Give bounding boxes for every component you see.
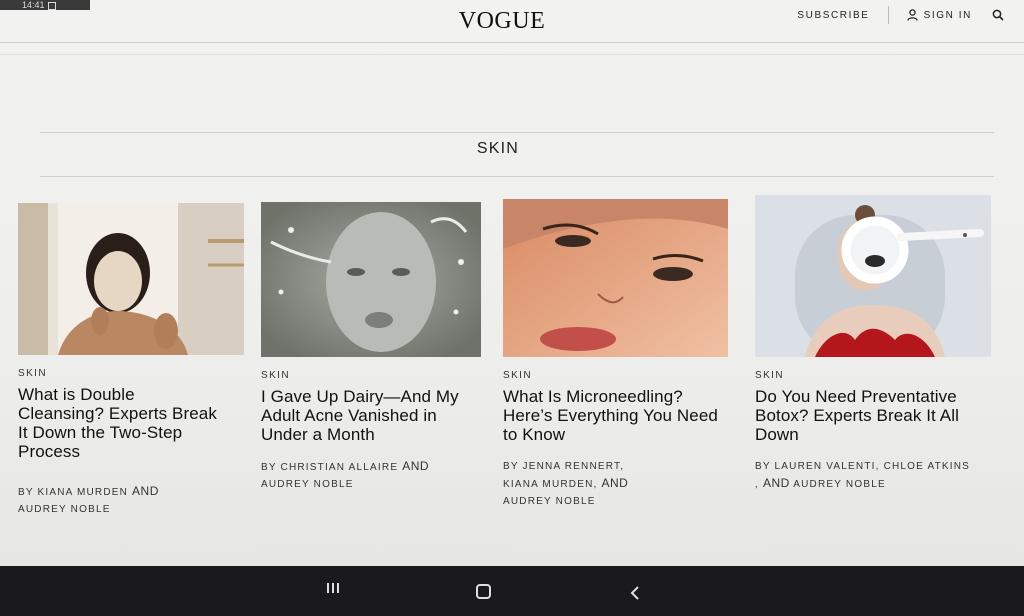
byline-author[interactable]: BY KIANA MURDEN xyxy=(18,487,128,498)
card-title[interactable]: What Is Microneedling? Here’s Everything… xyxy=(503,387,723,444)
system-navigation-bar xyxy=(0,566,1024,616)
byline-author[interactable]: BY LAUREN VALENTI, CHLOE ATKINS xyxy=(755,461,970,472)
card-category[interactable]: SKIN xyxy=(503,370,748,381)
card-title[interactable]: I Gave Up Dairy—And My Adult Acne Vanish… xyxy=(261,387,481,444)
card-title[interactable]: Do You Need Preventative Botox? Experts … xyxy=(755,387,995,444)
byline-and: AND xyxy=(601,476,629,490)
byline-author[interactable]: AUDREY NOBLE xyxy=(18,504,111,515)
header-rule-secondary xyxy=(0,54,1024,55)
article-card[interactable]: SKIN I Gave Up Dairy—And My Adult Acne V… xyxy=(261,202,506,493)
byline-author[interactable]: BY JENNA RENNERT, xyxy=(503,461,624,472)
recent-apps-icon[interactable] xyxy=(326,582,340,594)
article-image[interactable] xyxy=(18,203,244,355)
byline-and: AND xyxy=(762,476,790,490)
search-icon[interactable] xyxy=(992,9,1004,21)
sign-in-link[interactable]: SIGN IN xyxy=(906,9,972,21)
subscribe-link[interactable]: SUBSCRIBE xyxy=(797,10,869,21)
article-card[interactable]: SKIN What Is Microneedling? Here’s Every… xyxy=(503,199,748,510)
browser-viewport: 14:41 VOGUE SUBSCRIBE SIGN IN SKIN SKIN … xyxy=(0,0,1024,566)
header-divider xyxy=(887,6,889,24)
card-byline: BY CHRISTIAN ALLAIRE AND AUDREY NOBLE xyxy=(261,458,491,493)
article-image[interactable] xyxy=(503,199,728,357)
byline-separator: , xyxy=(755,479,759,490)
article-card[interactable]: SKIN Do You Need Preventative Botox? Exp… xyxy=(755,195,1000,493)
card-title[interactable]: What is Double Cleansing? Experts Break … xyxy=(18,385,218,461)
section-title: SKIN xyxy=(476,140,520,157)
card-byline: BY JENNA RENNERT, KIANA MURDEN, AND AUDR… xyxy=(503,458,733,510)
sign-in-label: SIGN IN xyxy=(923,9,972,21)
article-image[interactable] xyxy=(755,195,991,357)
card-byline: BY KIANA MURDEN AND AUDREY NOBLE xyxy=(18,483,248,518)
user-icon xyxy=(906,9,918,21)
byline-author[interactable]: BY CHRISTIAN ALLAIRE xyxy=(261,462,398,473)
byline-author[interactable]: AUDREY NOBLE xyxy=(503,496,596,507)
byline-and: AND xyxy=(402,459,430,473)
card-byline: BY LAUREN VALENTI, CHLOE ATKINS , AND AU… xyxy=(755,458,995,493)
section-rule-bottom xyxy=(40,176,994,177)
article-card[interactable]: SKIN What is Double Cleansing? Experts B… xyxy=(18,203,263,518)
home-icon[interactable] xyxy=(476,584,491,599)
card-category[interactable]: SKIN xyxy=(18,368,263,379)
card-category[interactable]: SKIN xyxy=(261,370,506,381)
back-icon[interactable] xyxy=(630,586,640,600)
header-actions: SUBSCRIBE SIGN IN xyxy=(797,6,1004,24)
byline-and: AND xyxy=(132,484,159,498)
section-rule-top xyxy=(40,132,994,133)
byline-author[interactable]: AUDREY NOBLE xyxy=(793,479,886,490)
article-image[interactable] xyxy=(261,202,481,357)
byline-author[interactable]: AUDREY NOBLE xyxy=(261,479,354,490)
byline-author[interactable]: KIANA MURDEN, xyxy=(503,479,598,490)
header-rule xyxy=(0,42,1024,43)
card-category[interactable]: SKIN xyxy=(755,370,1000,381)
